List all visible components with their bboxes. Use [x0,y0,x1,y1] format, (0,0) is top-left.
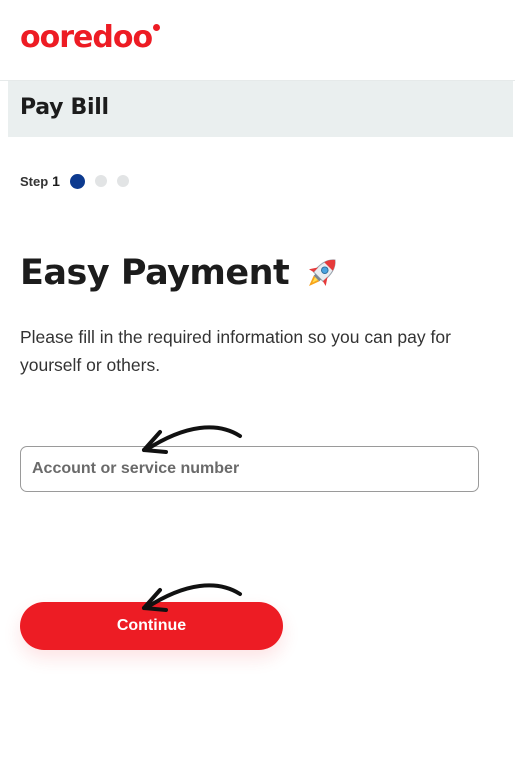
ooredoo-logo[interactable]: ooredoo [20,18,153,58]
stepper: Step 1 [20,170,129,192]
step-dot-1-active [69,173,85,189]
description-text: Please fill in the required information … [20,327,451,375]
logo-dot-icon [153,24,160,31]
hand-drawn-arrow-icon [142,583,242,612]
rocket-icon [309,259,336,286]
step-dot-3 [116,175,129,187]
step-number: 1 [52,173,60,189]
hand-drawn-arrow-icon [142,425,242,454]
page-title-bar: Pay Bill [8,81,513,137]
step-label: Step [20,173,49,189]
main-heading: Easy Payment [20,252,343,294]
pay-bill-page: ooredoo Pay Bill Step 1 Easy Payment Ple… [0,0,515,771]
site-header: ooredoo [0,0,515,81]
account-number-input[interactable] [21,447,478,491]
heading-text: Easy Payment [20,253,290,293]
page-title: Pay Bill [20,95,109,120]
account-number-field[interactable] [20,446,479,492]
step-dot-2 [94,175,107,187]
